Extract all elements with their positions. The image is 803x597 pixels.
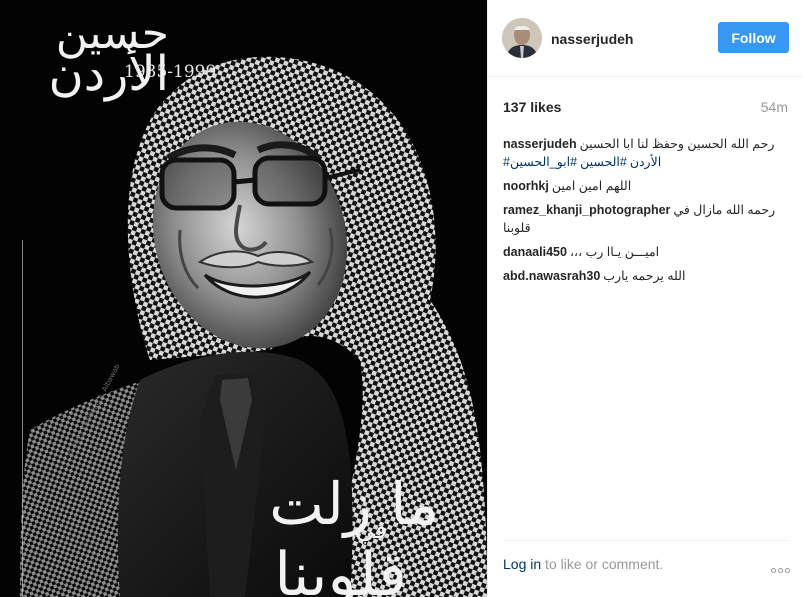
avatar[interactable] [502, 18, 542, 58]
username-link[interactable]: nasserjudeh [551, 31, 633, 47]
frame-line [22, 240, 23, 597]
comment-username[interactable]: ramez_khanji_photographer [503, 203, 670, 217]
hashtag-link[interactable]: #الحسين [580, 155, 627, 169]
post-side-panel: nasserjudeh Follow 137 likes 54m nasserj… [487, 0, 803, 597]
likes-count[interactable]: 137 likes [503, 99, 561, 115]
post-timestamp[interactable]: 54m [761, 99, 788, 115]
more-options-icon[interactable] [769, 560, 790, 578]
comment-item: nasserjudeh رحم الله الحسين وحفظ لنا ابا … [503, 135, 779, 171]
post-footer: Log in to like or comment. [488, 540, 803, 597]
poster-years: 1935-1999 [124, 62, 217, 82]
comment-username[interactable]: nasserjudeh [503, 137, 577, 151]
poster-slogan-line1: ما زلت [269, 470, 439, 538]
login-prompt: Log in to like or comment. [503, 556, 663, 572]
avatar-icon [502, 18, 542, 58]
comment-text: الله يرحمه يارب [603, 269, 686, 283]
comment-item: danaali450 ،،، اميـــن يـاا رب [503, 243, 779, 261]
comment-text: رحم الله الحسين وحفظ لنا ابا الحسين [579, 137, 775, 151]
comment-username[interactable]: noorhkj [503, 179, 549, 193]
comment-username[interactable]: danaali450 [503, 245, 567, 259]
comment-username[interactable]: abd.nawasrah30 [503, 269, 600, 283]
hashtag-link[interactable]: #ابو_الحسين [510, 155, 577, 169]
comment-text: ،،، اميـــن يـاا رب [569, 245, 660, 259]
follow-button[interactable]: Follow [718, 22, 789, 53]
comment-item: ramez_khanji_photographer رحمه الله مازال… [503, 201, 779, 237]
post-photo: حسين الأردن 1935-1999 ما زلت في قلوبنا ©… [0, 0, 487, 597]
poster-slogan-line3: قلوبنا [274, 540, 407, 597]
login-prompt-text: to like or comment. [541, 556, 664, 572]
comments-list: nasserjudeh رحم الله الحسين وحفظ لنا ابا … [503, 135, 779, 291]
comment-item: abd.nawasrah30 الله يرحمه يارب [503, 267, 779, 285]
login-link[interactable]: Log in [503, 556, 541, 572]
comment-item: noorhkj اللهم امين امين [503, 177, 779, 195]
post-header: nasserjudeh Follow [488, 0, 803, 77]
comment-text: اللهم امين امين [551, 179, 632, 193]
